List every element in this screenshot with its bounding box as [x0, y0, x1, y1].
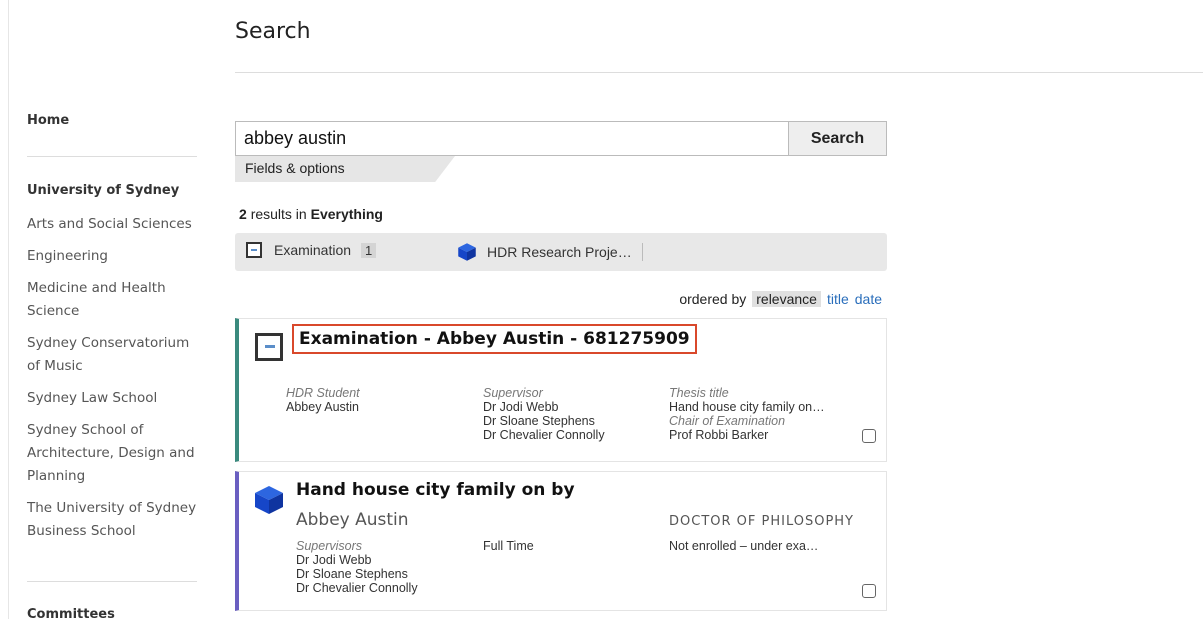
search-input[interactable] [236, 122, 788, 155]
fields-options-tab[interactable]: Fields & options [235, 156, 455, 182]
thesis-title: Hand house city family on… [669, 400, 825, 414]
facet-label: HDR Research Proje… [487, 244, 632, 260]
supervisor-label: Supervisor [483, 386, 543, 400]
supervisor-name: Dr Chevalier Connolly [483, 428, 605, 442]
supervisor-name: Dr Chevalier Connolly [296, 581, 418, 595]
search-button[interactable]: Search [788, 122, 886, 155]
nav-item-conservatorium[interactable]: Sydney Conservatorium of Music [27, 332, 199, 378]
examination-icon [255, 333, 283, 361]
title-divider [235, 72, 1203, 73]
nav-committees[interactable]: Committees [27, 607, 115, 619]
nav-divider [27, 156, 197, 157]
supervisors-label: Supervisors [296, 539, 362, 553]
nav-list: Arts and Social Sciences Engineering Med… [27, 213, 199, 552]
sort-title-link[interactable]: title [827, 291, 849, 307]
supervisor-name: Dr Sloane Stephens [296, 567, 408, 581]
select-checkbox[interactable] [862, 429, 876, 443]
supervisors-column: Supervisors Dr Jodi Webb Dr Sloane Steph… [296, 539, 418, 595]
thesis-column: Thesis title Hand house city family on… … [669, 386, 849, 442]
cube-icon [255, 486, 283, 514]
nav-item-law[interactable]: Sydney Law School [27, 387, 199, 410]
facet-examination[interactable]: Examination 1 [246, 242, 377, 258]
results-count: 2 [239, 206, 247, 222]
result-title[interactable]: Examination - Abbey Austin - 681275909 [292, 324, 697, 354]
nav-item-business[interactable]: The University of Sydney Business School [27, 497, 199, 543]
attendance-value: Full Time [483, 539, 534, 553]
nav-item-medicine[interactable]: Medicine and Health Science [27, 277, 199, 323]
result-degree: DOCTOR OF PHILOSOPHY [669, 514, 855, 529]
page-title: Search [235, 19, 311, 44]
enrolment-status: Not enrolled – under exa… [669, 539, 819, 553]
results-in-text: results in [250, 206, 307, 222]
nav-home[interactable]: Home [27, 113, 69, 128]
results-scope: Everything [310, 206, 383, 222]
supervisor-column: Supervisor Dr Jodi Webb Dr Sloane Stephe… [483, 386, 605, 442]
result-title[interactable]: Hand house city family on by [296, 480, 575, 500]
chair-label: Chair of Examination [669, 414, 786, 428]
facet-bar: Examination 1 HDR Research Proje… [235, 233, 887, 271]
supervisor-name: Dr Jodi Webb [483, 400, 559, 414]
sort-controls: ordered by relevance title date [679, 291, 882, 307]
nav-group-university[interactable]: University of Sydney [27, 183, 179, 198]
student-label: HDR Student [286, 386, 360, 400]
facet-hdr-research-project[interactable]: HDR Research Proje… [457, 242, 643, 262]
results-summary: 2 results in Everything [239, 206, 383, 222]
student-column: HDR Student Abbey Austin [286, 386, 360, 414]
nav-item-architecture[interactable]: Sydney School of Architecture, Design an… [27, 419, 199, 488]
sort-date-link[interactable]: date [855, 291, 882, 307]
attendance-column: Full Time [483, 539, 534, 553]
result-card-hdr-project[interactable]: Hand house city family on by Abbey Austi… [235, 471, 887, 611]
nav-item-arts[interactable]: Arts and Social Sciences [27, 213, 199, 236]
facet-label: Examination [274, 242, 352, 258]
supervisor-name: Dr Sloane Stephens [483, 414, 595, 428]
nav-divider [27, 581, 197, 582]
select-checkbox[interactable] [862, 584, 876, 598]
cube-icon [458, 243, 476, 261]
student-name: Abbey Austin [286, 400, 359, 414]
result-card-examination[interactable]: Examination - Abbey Austin - 681275909 H… [235, 318, 887, 462]
examination-icon [246, 242, 262, 258]
status-column: Not enrolled – under exa… [669, 539, 818, 553]
facet-count: 1 [361, 242, 377, 258]
search-bar: Search [235, 121, 887, 156]
result-student-name: Abbey Austin [296, 510, 409, 530]
sort-prefix: ordered by [679, 291, 747, 307]
nav-item-engineering[interactable]: Engineering [27, 245, 199, 268]
facet-separator [641, 243, 643, 261]
supervisor-name: Dr Jodi Webb [296, 553, 372, 567]
thesis-label: Thesis title [669, 386, 729, 400]
sort-relevance[interactable]: relevance [752, 291, 821, 307]
chair-name: Prof Robbi Barker [669, 428, 769, 442]
